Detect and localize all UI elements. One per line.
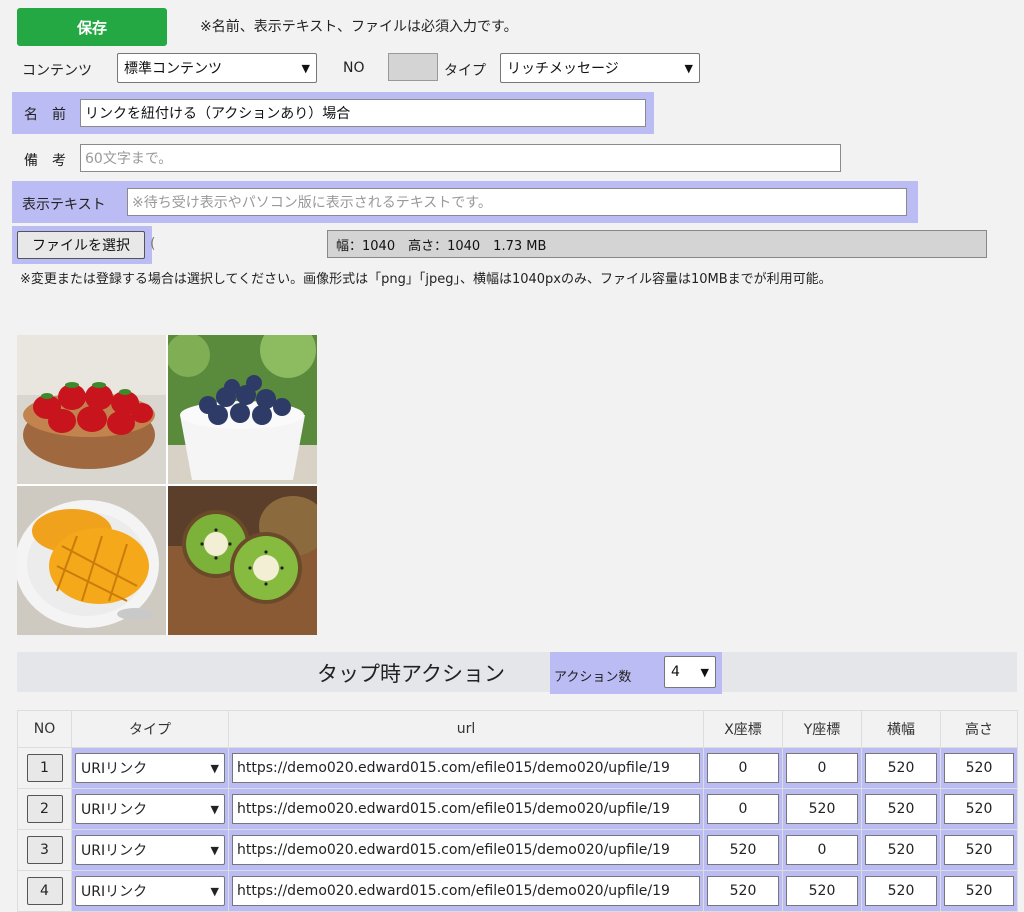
row-type-value: URIリンク [81,843,148,859]
row-width-input[interactable]: 520 [865,753,937,783]
mango-image [17,486,166,635]
type-label: タイプ [444,63,486,79]
action-count-select[interactable]: 4 ▼ [664,656,716,688]
row-type-select[interactable]: URIリンク ▼ [75,794,225,824]
action-count-label: アクション数 [554,670,632,685]
column-header-height: 高さ [940,710,1018,748]
actions-table: NO タイプ url X座標 Y座標 横幅 高さ 1 URIリンク ▼ https… [17,710,1018,912]
blueberry-image [168,335,317,484]
column-header-x: X座標 [703,710,783,748]
no-field [388,53,438,81]
required-note: ※名前、表示テキスト、ファイルは必須入力です。 [200,19,518,35]
image-preview [17,335,317,635]
chevron-down-icon: ▼ [210,761,219,775]
name-label: 名 前 [24,107,66,123]
row-no-button[interactable]: 3 [26,836,63,864]
remarks-label: 備 考 [24,153,66,169]
row-width-input[interactable]: 520 [865,835,937,865]
row-y-input[interactable]: 520 [786,794,858,824]
chevron-down-icon: ▼ [700,665,709,679]
action-title: タップ時アクション [317,662,505,686]
row-y-input[interactable]: 0 [786,753,858,783]
row-url-input[interactable]: https://demo020.edward015.com/efile015/d… [232,876,700,906]
row-no-button[interactable]: 4 [26,877,63,905]
remarks-input[interactable]: 60文字まで。 [80,144,841,172]
no-label: NO [343,60,365,76]
choose-file-button[interactable]: ファイルを選択 [17,231,145,259]
row-no-button[interactable]: 1 [26,754,63,782]
row-type-select[interactable]: URIリンク ▼ [75,835,225,865]
table-row: 4 URIリンク ▼ https://demo020.edward015.com/… [17,870,1018,912]
action-bar [17,652,1017,692]
row-url-input[interactable]: https://demo020.edward015.com/efile015/d… [232,794,700,824]
chevron-down-icon: ▼ [210,843,219,857]
row-type-value: URIリンク [81,761,148,777]
file-note: ※変更または登録する場合は選択してください。画像形式は「png」「jpeg」、横… [20,272,832,287]
row-height-input[interactable]: 520 [944,835,1014,865]
display-text-input[interactable]: ※待ち受け表示やパソコン版に表示されるテキストです。 [127,188,907,216]
row-y-input[interactable]: 0 [786,835,858,865]
column-header-url: url [228,710,704,748]
chevron-down-icon: ▼ [301,61,310,75]
row-height-input[interactable]: 520 [944,876,1014,906]
row-height-input[interactable]: 520 [944,753,1014,783]
column-header-no: NO [17,710,72,748]
chevron-down-icon: ▼ [684,61,693,75]
column-header-y: Y座標 [782,710,862,748]
column-header-type: タイプ [71,710,229,748]
type-select-value: リッチメッセージ [507,61,619,77]
file-info: 幅：1040 高さ：1040 1.73 MB [327,230,987,258]
row-x-input[interactable]: 0 [707,794,779,824]
chevron-down-icon: ▼ [210,884,219,898]
file-separator: ( [150,236,156,252]
name-input[interactable]: リンクを紐付ける（アクションあり）場合 [80,99,646,127]
table-row: 3 URIリンク ▼ https://demo020.edward015.com/… [17,829,1018,871]
kiwi-image [168,486,317,635]
display-text-label: 表示テキスト [22,197,106,213]
contents-label: コンテンツ [22,63,92,79]
row-url-input[interactable]: https://demo020.edward015.com/efile015/d… [232,753,700,783]
row-url-input[interactable]: https://demo020.edward015.com/efile015/d… [232,835,700,865]
table-header-row: NO タイプ url X座標 Y座標 横幅 高さ [17,710,1018,748]
row-height-input[interactable]: 520 [944,794,1014,824]
action-count-value: 4 [671,664,680,680]
chevron-down-icon: ▼ [210,802,219,816]
table-row: 2 URIリンク ▼ https://demo020.edward015.com/… [17,788,1018,830]
contents-select-value: 標準コンテンツ [124,61,222,77]
row-type-value: URIリンク [81,884,148,900]
row-type-value: URIリンク [81,802,148,818]
column-header-width: 横幅 [861,710,941,748]
row-width-input[interactable]: 520 [865,794,937,824]
type-select[interactable]: リッチメッセージ ▼ [500,53,700,83]
row-width-input[interactable]: 520 [865,876,937,906]
row-no-button[interactable]: 2 [26,795,63,823]
save-button[interactable]: 保存 [17,8,167,46]
row-type-select[interactable]: URIリンク ▼ [75,753,225,783]
table-row: 1 URIリンク ▼ https://demo020.edward015.com/… [17,747,1018,789]
row-type-select[interactable]: URIリンク ▼ [75,876,225,906]
row-x-input[interactable]: 0 [707,753,779,783]
row-x-input[interactable]: 520 [707,835,779,865]
row-x-input[interactable]: 520 [707,876,779,906]
row-y-input[interactable]: 520 [786,876,858,906]
strawberry-image [17,335,166,484]
contents-select[interactable]: 標準コンテンツ ▼ [117,53,317,83]
